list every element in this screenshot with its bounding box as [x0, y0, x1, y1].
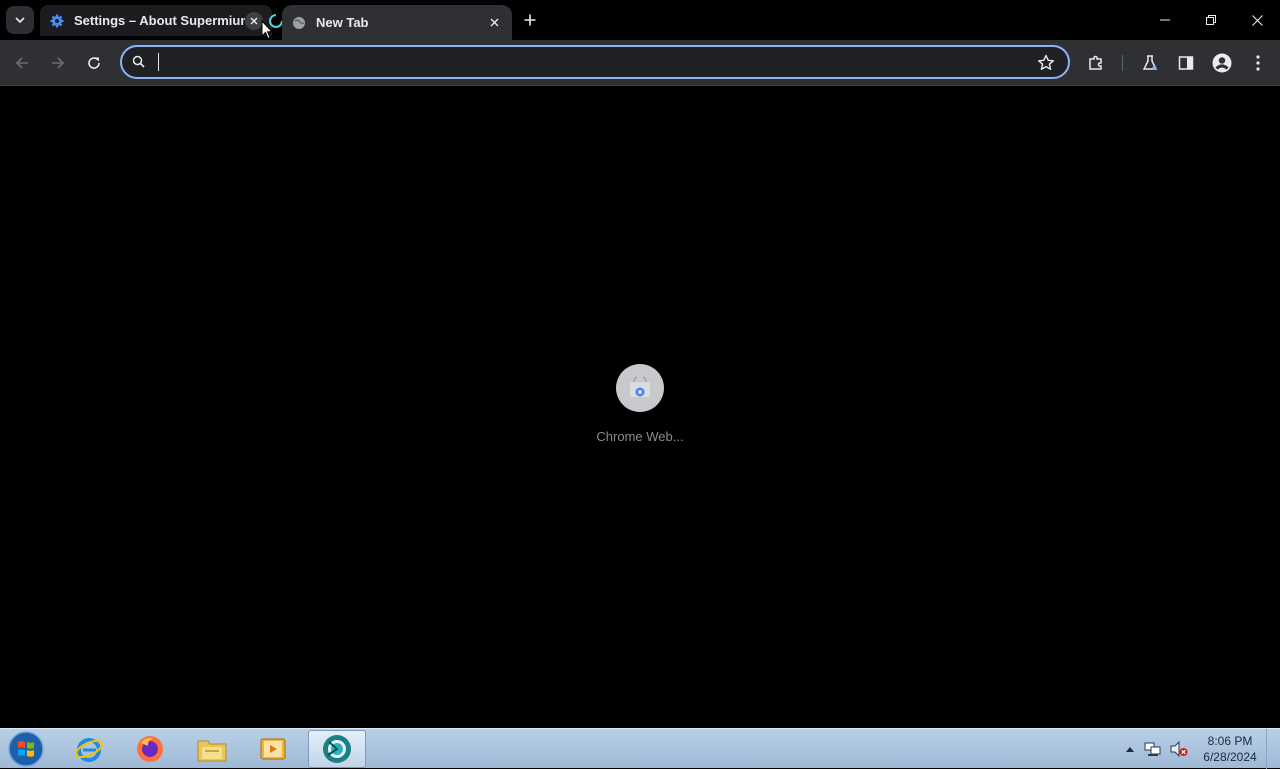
file-explorer-icon: [197, 740, 227, 762]
windows-taskbar: 8:06 PM 6/28/2024: [0, 728, 1280, 769]
restore-button[interactable]: [1188, 0, 1234, 40]
reload-icon: [88, 57, 100, 69]
profile-icon: [1212, 53, 1232, 73]
toolbar-separator: [1122, 55, 1123, 71]
chrome-labs-button[interactable]: [1136, 49, 1164, 77]
show-hidden-icons-button[interactable]: [1123, 729, 1137, 769]
browser-window: Settings – About Supermium New Tab Chrom…: [0, 0, 1280, 728]
tab-search-button[interactable]: [6, 6, 34, 34]
close-icon: [1251, 14, 1263, 26]
show-desktop-button[interactable]: [1266, 729, 1280, 769]
arrow-right-icon: [52, 57, 65, 69]
close-icon: [490, 18, 498, 27]
firefox-icon: [137, 736, 163, 762]
taskbar-supermium[interactable]: [308, 730, 366, 768]
tab-title: New Tab: [316, 15, 369, 30]
flask-icon: [1142, 55, 1158, 70]
clock-time: 8:06 PM: [1207, 734, 1253, 748]
puzzle-icon: [1089, 55, 1102, 70]
profile-button[interactable]: [1208, 49, 1236, 77]
close-window-button[interactable]: [1234, 0, 1280, 40]
taskbar-firefox[interactable]: [121, 730, 179, 768]
system-clock[interactable]: 8:06 PM 6/28/2024: [1196, 733, 1264, 765]
close-icon: [250, 17, 258, 24]
tab-title: Settings – About Supermium: [74, 13, 245, 28]
forward-button[interactable]: [44, 49, 72, 77]
minimize-button[interactable]: [1142, 0, 1188, 40]
more-vertical-icon: [1256, 55, 1260, 71]
side-panel-button[interactable]: [1172, 49, 1200, 77]
tab-new-tab[interactable]: New Tab: [282, 5, 512, 40]
taskbar-internet-explorer[interactable]: [60, 730, 118, 768]
address-bar[interactable]: [120, 45, 1070, 79]
start-button[interactable]: [6, 730, 46, 768]
gear-icon: [49, 13, 65, 29]
extensions-button[interactable]: [1082, 49, 1110, 77]
volume-muted-icon: [1170, 741, 1188, 757]
chevron-up-icon: [1126, 747, 1134, 752]
windows-orb-icon: [8, 731, 44, 767]
arrow-left-icon: [15, 57, 28, 69]
tab-settings-about[interactable]: Settings – About Supermium: [40, 5, 272, 36]
plus-icon: [524, 14, 536, 26]
search-icon: [132, 55, 145, 68]
address-input[interactable]: [156, 51, 1016, 73]
restore-icon: [1206, 15, 1216, 25]
supermium-icon: [323, 735, 351, 763]
taskbar-media-player[interactable]: [244, 730, 302, 768]
volume-tray-button[interactable]: [1168, 729, 1190, 769]
mouse-cursor-icon: [261, 20, 273, 40]
reload-button[interactable]: [80, 49, 108, 77]
new-tab-button[interactable]: [518, 8, 542, 32]
taskbar-file-explorer[interactable]: [183, 730, 241, 768]
browser-toolbar: [0, 40, 1280, 86]
bookmark-star-icon[interactable]: [1036, 53, 1056, 73]
text-caret: [158, 53, 159, 71]
clock-date: 6/28/2024: [1203, 750, 1257, 764]
close-tab-button[interactable]: [485, 14, 503, 32]
network-tray-button[interactable]: [1142, 729, 1164, 769]
minimize-icon: [1160, 19, 1170, 21]
page-content: Chrome Web...: [0, 87, 1280, 728]
network-icon: [1144, 742, 1161, 756]
chrome-web-store-icon[interactable]: [616, 364, 664, 412]
menu-button[interactable]: [1244, 49, 1272, 77]
media-player-icon: [260, 738, 286, 760]
globe-icon: [291, 15, 307, 31]
chevron-down-icon: [15, 17, 25, 24]
tab-strip: Settings – About Supermium New Tab: [0, 0, 1280, 40]
side-panel-icon: [1178, 56, 1194, 70]
shortcut-label: Chrome Web...: [596, 429, 684, 444]
internet-explorer-icon: [75, 738, 103, 762]
back-button[interactable]: [8, 49, 36, 77]
